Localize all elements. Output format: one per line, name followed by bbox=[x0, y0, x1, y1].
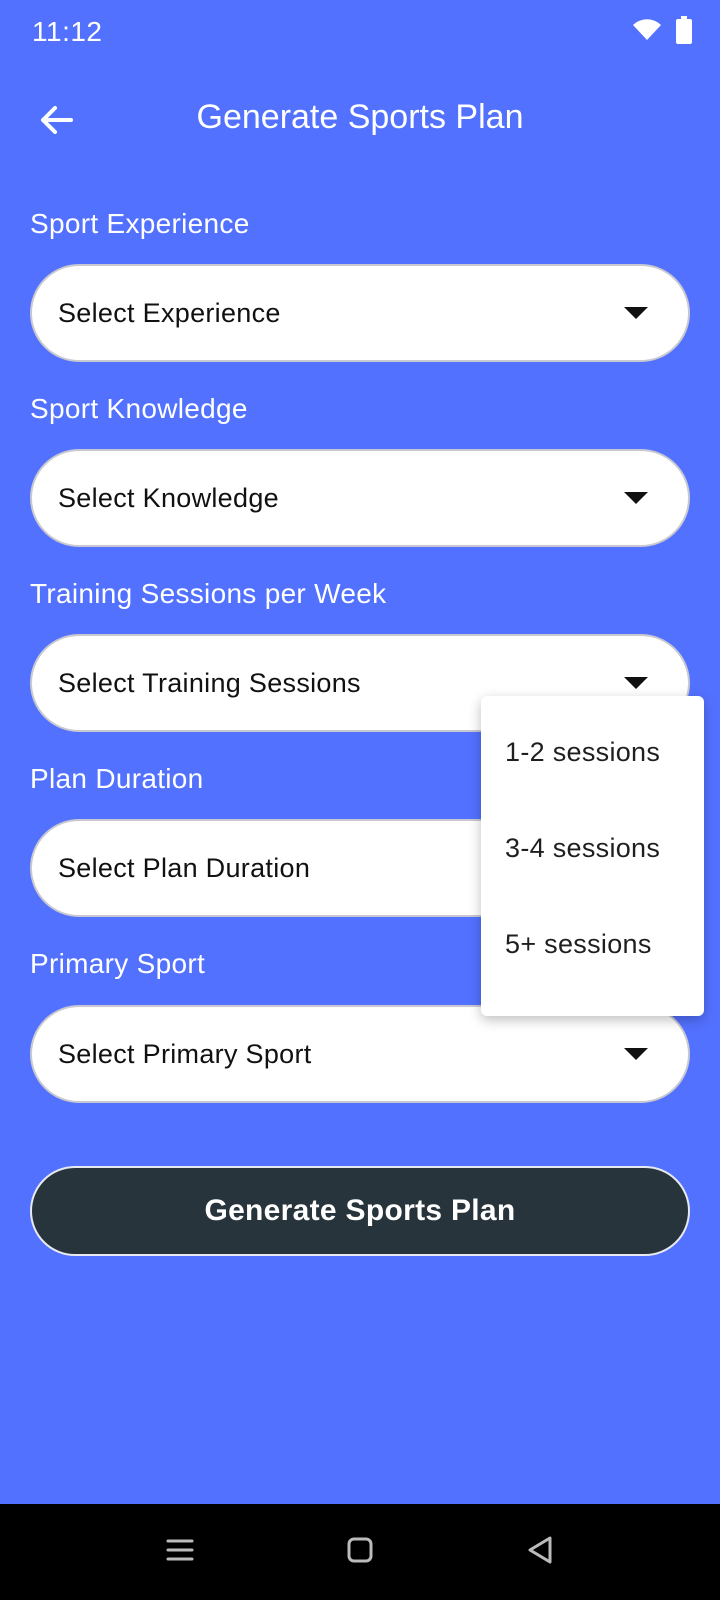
status-bar: 11:12 bbox=[0, 0, 720, 64]
wifi-icon bbox=[632, 18, 662, 47]
primary-sport-value: Select Primary Sport bbox=[58, 1038, 312, 1069]
sport-knowledge-dropdown[interactable]: Select Knowledge bbox=[30, 449, 690, 547]
status-time: 11:12 bbox=[32, 16, 103, 47]
recents-button[interactable] bbox=[156, 1528, 204, 1576]
primary-sport-label: Primary Sport bbox=[30, 948, 206, 979]
home-button[interactable] bbox=[336, 1528, 384, 1576]
page-title: Generate Sports Plan bbox=[196, 98, 524, 136]
status-icons bbox=[632, 16, 692, 49]
home-icon bbox=[346, 1536, 374, 1569]
training-sessions-label: Training Sessions per Week bbox=[30, 578, 387, 609]
sport-experience-dropdown[interactable]: Select Experience bbox=[30, 264, 690, 362]
back-icon bbox=[526, 1535, 554, 1570]
sport-knowledge-label: Sport Knowledge bbox=[30, 393, 248, 424]
primary-sport-dropdown[interactable]: Select Primary Sport bbox=[30, 1005, 690, 1103]
chevron-down-icon bbox=[624, 307, 648, 319]
system-back-button[interactable] bbox=[516, 1528, 564, 1576]
menu-icon bbox=[166, 1538, 194, 1567]
training-sessions-value: Select Training Sessions bbox=[58, 667, 361, 698]
plan-duration-value: Select Plan Duration bbox=[58, 852, 311, 883]
generate-sports-plan-button[interactable]: Generate Sports Plan bbox=[30, 1166, 690, 1256]
app-bar: Generate Sports Plan bbox=[0, 80, 720, 160]
menu-item-5-plus-sessions[interactable]: 5+ sessions bbox=[481, 896, 704, 992]
chevron-down-icon bbox=[624, 492, 648, 504]
sport-experience-label: Sport Experience bbox=[30, 208, 250, 239]
plan-duration-label: Plan Duration bbox=[30, 763, 204, 794]
sport-experience-value: Select Experience bbox=[58, 297, 281, 328]
menu-item-1-2-sessions[interactable]: 1-2 sessions bbox=[481, 704, 704, 800]
battery-icon bbox=[676, 16, 692, 49]
system-nav-bar bbox=[0, 1504, 720, 1600]
sport-knowledge-value: Select Knowledge bbox=[58, 482, 279, 513]
chevron-down-icon bbox=[624, 677, 648, 689]
menu-item-3-4-sessions[interactable]: 3-4 sessions bbox=[481, 800, 704, 896]
training-sessions-menu: 1-2 sessions 3-4 sessions 5+ sessions bbox=[481, 696, 704, 1016]
chevron-down-icon bbox=[624, 1048, 648, 1060]
